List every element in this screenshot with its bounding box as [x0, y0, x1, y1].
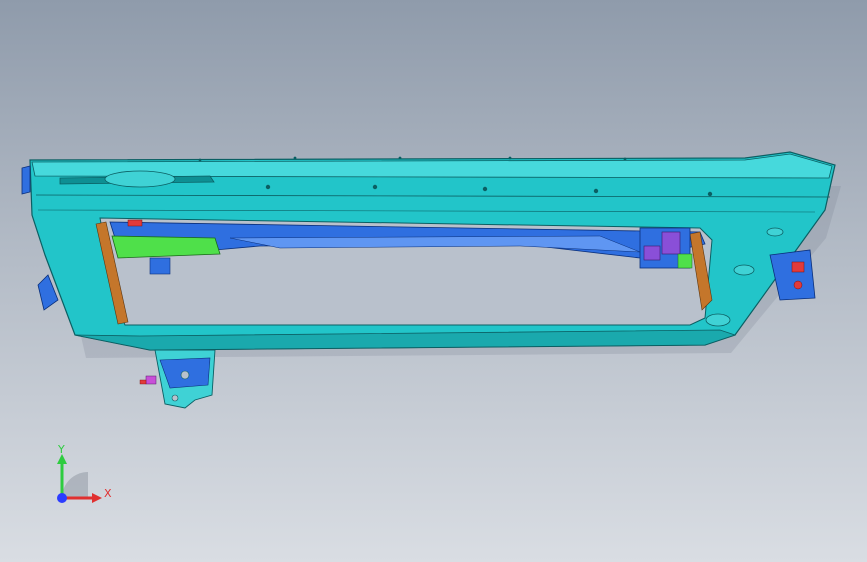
triad-graphic: [57, 454, 102, 503]
cad-graphics-viewport[interactable]: Y X: [0, 0, 867, 562]
green-bracket: [111, 235, 221, 259]
x-axis-label: X: [104, 487, 112, 500]
y-axis-label: Y: [58, 443, 65, 456]
bumper-frame-model[interactable]: [0, 0, 867, 562]
left-side-bracket: [21, 165, 31, 195]
axis-triad: Y X: [40, 440, 130, 520]
